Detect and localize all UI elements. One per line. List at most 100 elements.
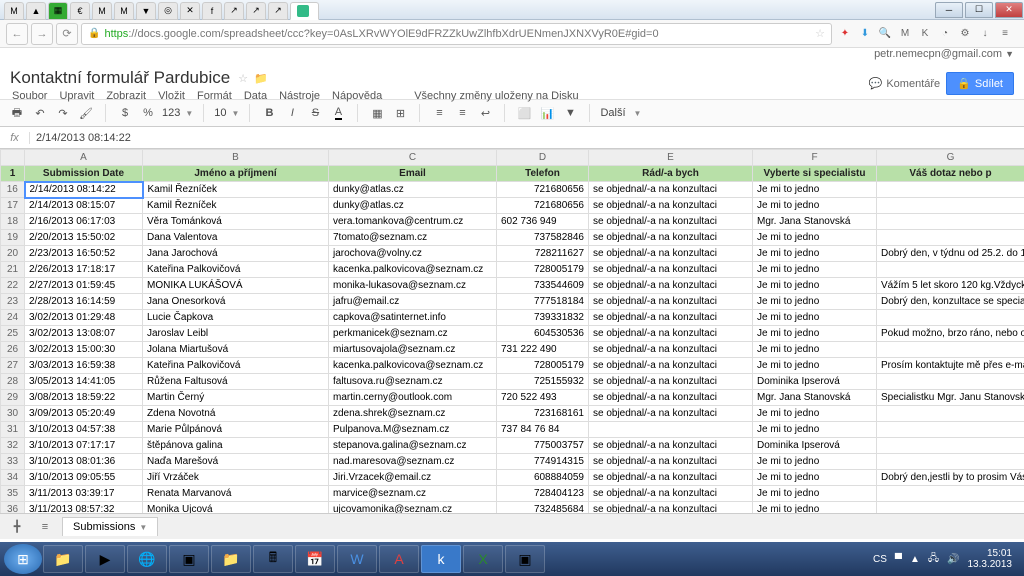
cell[interactable]: faltusova.ru@seznam.cz bbox=[329, 374, 497, 390]
task-app2[interactable]: 📁 bbox=[211, 545, 251, 573]
cell[interactable]: 728211627 bbox=[497, 246, 589, 262]
cell[interactable]: se objednal/-a na konzultaci bbox=[589, 486, 753, 502]
cell[interactable]: 2/14/2013 08:15:07 bbox=[25, 198, 143, 214]
cell[interactable]: Je mi to jedno bbox=[753, 294, 877, 310]
start-button[interactable]: ⊞ bbox=[4, 544, 42, 574]
cell[interactable]: kacenka.palkovicova@seznam.cz bbox=[329, 358, 497, 374]
table-row[interactable]: 263/02/2013 15:00:30Jolana Miartušovámia… bbox=[1, 342, 1024, 358]
cell[interactable] bbox=[877, 342, 1024, 358]
cell[interactable] bbox=[877, 454, 1024, 470]
cell[interactable]: Monika Ujcová bbox=[143, 502, 329, 514]
cell[interactable]: marvice@seznam.cz bbox=[329, 486, 497, 502]
merge-icon[interactable]: ⬜ bbox=[515, 104, 533, 122]
row-header[interactable]: 25 bbox=[1, 326, 25, 342]
cell[interactable]: se objednal/-a na konzultaci bbox=[589, 374, 753, 390]
cell[interactable]: se objednal/-a na konzultaci bbox=[589, 406, 753, 422]
italic-icon[interactable]: I bbox=[283, 104, 301, 122]
cell[interactable]: capkova@satinternet.info bbox=[329, 310, 497, 326]
cell[interactable]: Marie Půlpánová bbox=[143, 422, 329, 438]
tray-up-icon[interactable]: ▲ bbox=[910, 554, 920, 565]
fill-icon[interactable]: ▦ bbox=[368, 104, 386, 122]
table-row[interactable]: 243/02/2013 01:29:48Lucie Čapkovacapkova… bbox=[1, 310, 1024, 326]
row-header[interactable]: 19 bbox=[1, 230, 25, 246]
table-row[interactable]: 303/09/2013 05:20:49Zdena Novotnázdena.s… bbox=[1, 406, 1024, 422]
tab-mini-11[interactable]: ↗ bbox=[224, 2, 244, 20]
table-row[interactable]: 293/08/2013 18:59:22Martin Černýmartin.c… bbox=[1, 390, 1024, 406]
cell[interactable]: Prosím kontaktujte mě přes e-mai bbox=[877, 358, 1024, 374]
more-label[interactable]: Další bbox=[600, 107, 625, 119]
cell[interactable]: 3/02/2013 15:00:30 bbox=[25, 342, 143, 358]
bold-icon[interactable]: B bbox=[260, 104, 278, 122]
table-row[interactable]: 232/28/2013 16:14:59Jana Onesorkovájafru… bbox=[1, 294, 1024, 310]
hdr-want[interactable]: Rád/-a bych bbox=[589, 166, 753, 182]
cell[interactable]: Dobrý den, v týdnu od 25.2. do 1.3 bbox=[877, 246, 1024, 262]
col-G[interactable]: G bbox=[877, 150, 1024, 166]
cell[interactable]: 3/10/2013 09:05:55 bbox=[25, 470, 143, 486]
filter-icon[interactable]: ▼ bbox=[561, 104, 579, 122]
cell[interactable]: 737582846 bbox=[497, 230, 589, 246]
ext-icon-1[interactable]: ✦ bbox=[838, 27, 852, 41]
cell[interactable]: jarochova@volny.cz bbox=[329, 246, 497, 262]
system-tray[interactable]: CS ▀ ▲ 🖧 🔊 15:01 13.3.2013 bbox=[873, 548, 1020, 570]
row-header[interactable]: 18 bbox=[1, 214, 25, 230]
ext-icon-8[interactable]: ↓ bbox=[978, 27, 992, 41]
cell[interactable]: Je mi to jedno bbox=[753, 262, 877, 278]
cell[interactable]: 3/11/2013 08:57:32 bbox=[25, 502, 143, 514]
cell[interactable]: Dobrý den,jestli by to prosim Vás bbox=[877, 470, 1024, 486]
cell[interactable]: se objednal/-a na konzultaci bbox=[589, 246, 753, 262]
table-row[interactable]: 343/10/2013 09:05:55Jiří VrzáčekJiri.Vrz… bbox=[1, 470, 1024, 486]
cell[interactable]: 3/09/2013 05:20:49 bbox=[25, 406, 143, 422]
cell[interactable]: dunky@atlas.cz bbox=[329, 198, 497, 214]
cell[interactable] bbox=[877, 182, 1024, 198]
cell[interactable]: 3/02/2013 13:08:07 bbox=[25, 326, 143, 342]
task-mediaplayer[interactable]: ▶ bbox=[85, 545, 125, 573]
cell[interactable]: Kateřina Palkovičová bbox=[143, 358, 329, 374]
hdr-specialist[interactable]: Vyberte si specialistu bbox=[753, 166, 877, 182]
tab-mini-2[interactable]: ▲ bbox=[26, 2, 46, 20]
row-header[interactable]: 21 bbox=[1, 262, 25, 278]
cell[interactable]: 777518184 bbox=[497, 294, 589, 310]
cell[interactable]: Věra Tománková bbox=[143, 214, 329, 230]
row-header[interactable]: 17 bbox=[1, 198, 25, 214]
cell[interactable]: 3/03/2013 16:59:38 bbox=[25, 358, 143, 374]
task-calc[interactable]: 🖩 bbox=[253, 545, 293, 573]
task-app3[interactable]: ▣ bbox=[505, 545, 545, 573]
strike-icon[interactable]: S bbox=[306, 104, 324, 122]
menu-data[interactable]: Data bbox=[244, 90, 267, 102]
row-1-hdr[interactable]: 1 bbox=[1, 166, 25, 182]
row-header[interactable]: 24 bbox=[1, 310, 25, 326]
task-pdf[interactable]: A bbox=[379, 545, 419, 573]
cell[interactable] bbox=[877, 486, 1024, 502]
align-icon[interactable]: ≡ bbox=[430, 104, 448, 122]
menu-file[interactable]: Soubor bbox=[12, 90, 47, 102]
cell[interactable]: Růžena Faltusová bbox=[143, 374, 329, 390]
tray-vol-icon[interactable]: 🔊 bbox=[947, 554, 959, 565]
row-header[interactable]: 29 bbox=[1, 390, 25, 406]
table-row[interactable]: 162/14/2013 08:14:22Kamil Řezníčekdunky@… bbox=[1, 182, 1024, 198]
share-button[interactable]: 🔒Sdílet bbox=[946, 72, 1014, 95]
row-header[interactable]: 35 bbox=[1, 486, 25, 502]
cell[interactable]: 3/10/2013 08:01:36 bbox=[25, 454, 143, 470]
paint-icon[interactable]: 🖌 bbox=[77, 104, 95, 122]
tab-mini-5[interactable]: M bbox=[92, 2, 112, 20]
cell[interactable]: Je mi to jedno bbox=[753, 406, 877, 422]
sheet-tab-submissions[interactable]: Submissions ▼ bbox=[62, 517, 158, 536]
menu-tools[interactable]: Nástroje bbox=[279, 90, 320, 102]
table-row[interactable]: 212/26/2013 17:18:17Kateřina Palkovičová… bbox=[1, 262, 1024, 278]
task-explorer[interactable]: 📁 bbox=[43, 545, 83, 573]
cell[interactable]: ujcovamonika@seznam.cz bbox=[329, 502, 497, 514]
cell[interactable]: Kamil Řezníček bbox=[143, 198, 329, 214]
cell[interactable]: 608884059 bbox=[497, 470, 589, 486]
nav-forward[interactable]: → bbox=[31, 23, 53, 45]
cell[interactable]: 732485684 bbox=[497, 502, 589, 514]
col-C[interactable]: C bbox=[329, 150, 497, 166]
cell[interactable]: monika-lukasova@seznam.cz bbox=[329, 278, 497, 294]
cell[interactable]: kacenka.palkovicova@seznam.cz bbox=[329, 262, 497, 278]
window-minimize[interactable]: ─ bbox=[935, 2, 963, 18]
add-sheet-icon[interactable]: ╋ bbox=[6, 517, 28, 537]
cell[interactable]: Kamil Řezníček bbox=[143, 182, 329, 198]
table-row[interactable]: 323/10/2013 07:17:17štěpánova galinastep… bbox=[1, 438, 1024, 454]
cell[interactable]: Je mi to jedno bbox=[753, 342, 877, 358]
cell[interactable]: 728005179 bbox=[497, 262, 589, 278]
doc-title[interactable]: Kontaktní formulář Pardubice bbox=[10, 68, 230, 88]
